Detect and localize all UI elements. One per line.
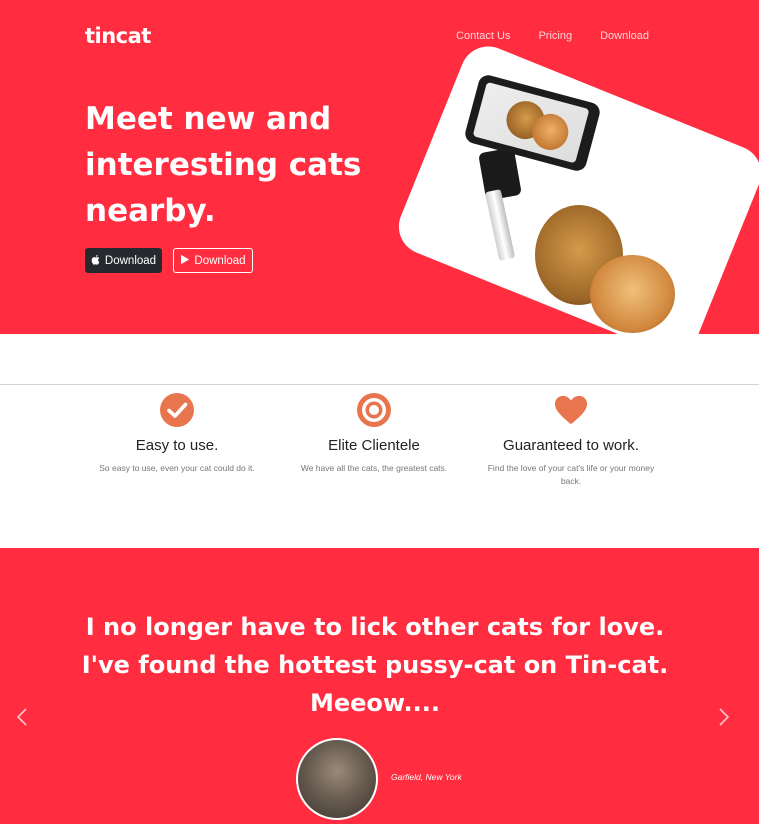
download-play-store-label: Download xyxy=(194,254,246,267)
testimonial-quote: I no longer have to lick other cats for … xyxy=(81,613,669,717)
feature-text: So easy to use, even your cat could do i… xyxy=(99,463,255,473)
heart-icon xyxy=(554,393,588,427)
hero-headline: Meet new and interesting cats nearby. xyxy=(85,101,362,229)
features-section: Easy to use. So easy to use, even your c… xyxy=(0,384,759,486)
avatar xyxy=(296,738,378,820)
brand-logo[interactable]: tincat xyxy=(85,24,151,48)
carousel-next-icon[interactable] xyxy=(719,708,730,731)
avatar-cat-image xyxy=(298,740,376,818)
feature-text: Find the love of your cat's life or your… xyxy=(487,463,655,486)
feature-title: Guaranteed to work. xyxy=(503,437,639,454)
nav-pricing[interactable]: Pricing xyxy=(538,30,572,42)
download-app-store-button[interactable]: Download xyxy=(85,248,162,273)
check-circle-icon xyxy=(160,393,194,427)
nav-download[interactable]: Download xyxy=(600,30,649,42)
feature-elite-clientele: Elite Clientele We have all the cats, th… xyxy=(274,393,474,475)
top-nav: Contact Us Pricing Download xyxy=(456,30,649,42)
feature-easy-to-use: Easy to use. So easy to use, even your c… xyxy=(77,393,277,475)
testimonial-section: I no longer have to lick other cats for … xyxy=(0,548,759,824)
download-play-store-button[interactable]: Download xyxy=(173,248,253,273)
feature-guaranteed: Guaranteed to work. Find the love of you… xyxy=(471,393,671,488)
carousel-prev-icon[interactable] xyxy=(16,708,27,731)
testimonial-author: Garfield, New York xyxy=(391,772,462,782)
feature-title: Elite Clientele xyxy=(328,437,420,454)
feature-text: We have all the cats, the greatest cats. xyxy=(300,463,448,473)
download-app-store-label: Download xyxy=(104,254,157,267)
cat-image xyxy=(590,255,675,333)
apple-icon xyxy=(91,254,101,268)
nav-contact-us[interactable]: Contact Us xyxy=(456,30,510,42)
play-store-icon xyxy=(180,254,190,268)
feature-title: Easy to use. xyxy=(135,437,219,454)
hero-section: tincat Contact Us Pricing Download Meet … xyxy=(0,0,759,334)
target-icon xyxy=(357,393,391,427)
